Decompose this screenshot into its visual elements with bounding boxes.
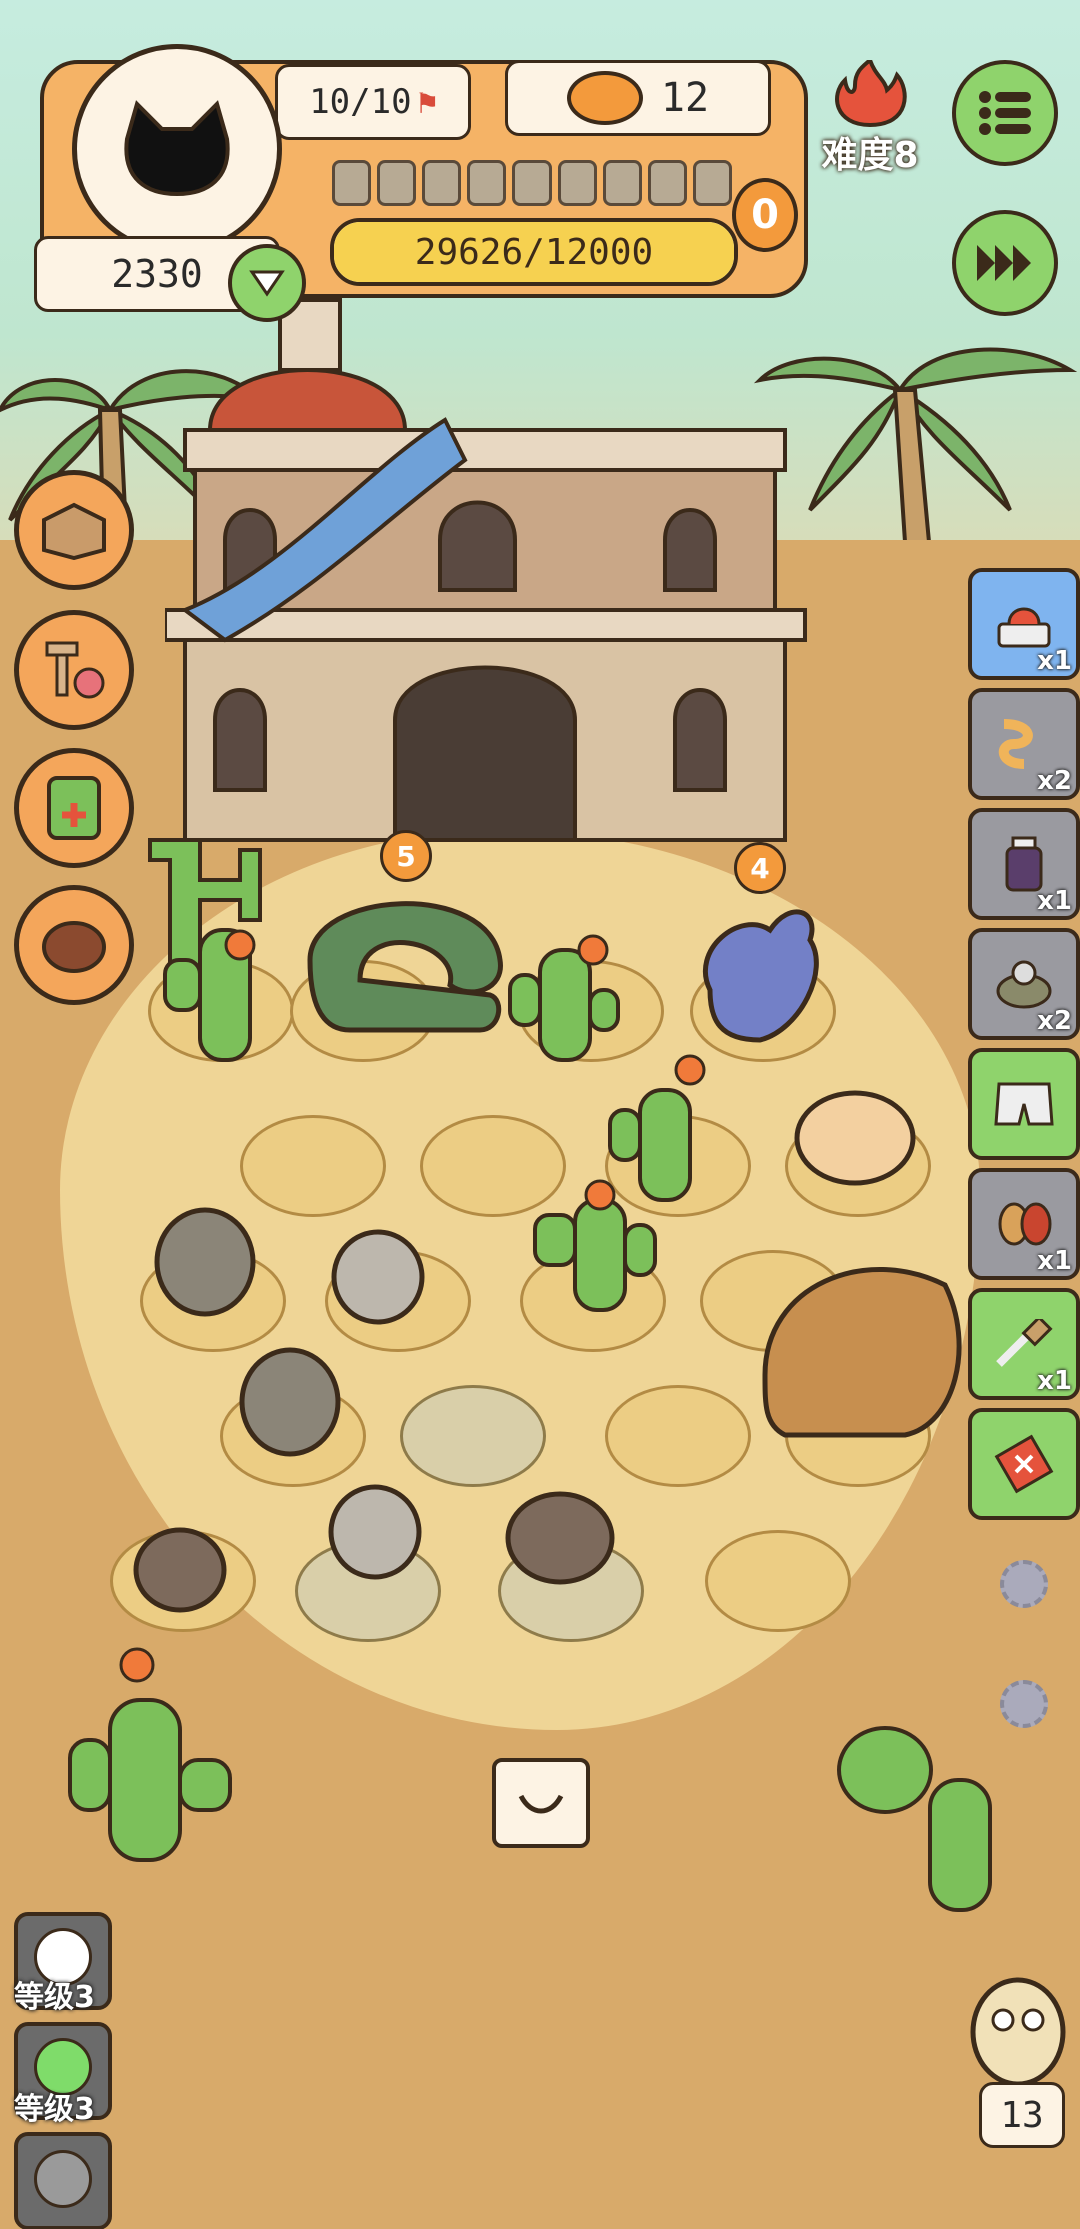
rabbit[interactable] xyxy=(325,1470,425,1580)
cans-box: 12 xyxy=(505,60,771,136)
chevron-down-icon xyxy=(249,270,285,297)
owl[interactable] xyxy=(235,1340,345,1460)
bottle-icon xyxy=(1005,836,1043,892)
collapse-button[interactable] xyxy=(492,1758,590,1848)
owl-counter: 13 xyxy=(1000,2094,1044,2136)
black-cat-icon xyxy=(124,100,230,197)
brush-icon xyxy=(996,1319,1053,1367)
owl[interactable] xyxy=(150,1200,260,1320)
inventory-item-cat-turtle[interactable]: x2 xyxy=(968,928,1080,1040)
slot xyxy=(512,160,552,206)
inventory-count: x1 xyxy=(1037,646,1072,676)
inventory-item-brush[interactable]: x1 xyxy=(968,1288,1080,1400)
cat-tree-button[interactable] xyxy=(14,610,134,730)
slot xyxy=(692,160,732,206)
avatar[interactable] xyxy=(72,44,282,254)
shop-button[interactable] xyxy=(228,244,306,322)
fast-forward-icon xyxy=(977,245,1031,281)
scale-icon xyxy=(997,607,1051,648)
inventory-item-peanuts[interactable]: x1 xyxy=(968,1168,1080,1280)
game-scene: 5 4 10/10 ⚑ 12 0 29626/12000 2330 难度8 x1… xyxy=(0,0,1080,2229)
inventory-count: x2 xyxy=(1037,766,1072,796)
rat[interactable] xyxy=(500,1480,620,1590)
difficulty-indicator[interactable]: 难度8 xyxy=(810,60,930,176)
counter-text: 0 xyxy=(751,192,779,238)
inventory-count: x1 xyxy=(1037,886,1072,916)
inventory-count: x1 xyxy=(1037,1246,1072,1276)
gear-icon xyxy=(1000,1560,1048,1608)
cat-turtle-icon xyxy=(996,960,1052,1009)
box-button[interactable] xyxy=(14,470,134,590)
worm-icon xyxy=(998,719,1033,769)
smile-icon xyxy=(518,1794,564,1814)
flame-icon xyxy=(835,60,907,128)
flag-icon: ⚑ xyxy=(417,83,437,121)
slot xyxy=(647,160,687,206)
coins-count: 2330 xyxy=(111,252,203,296)
bag-icon xyxy=(42,921,106,973)
menu-icon xyxy=(979,91,1031,135)
cat-tree-icon xyxy=(45,641,105,699)
crocodile[interactable] xyxy=(290,880,520,1080)
capacity-box: 10/10 ⚑ xyxy=(275,64,471,140)
level-label: 等级3 xyxy=(14,1980,95,2015)
rat[interactable] xyxy=(130,1515,230,1615)
level-icon xyxy=(34,2150,92,2208)
inventory-item-scale[interactable]: x1 xyxy=(968,568,1080,680)
bag-button[interactable] xyxy=(14,885,134,1005)
cans-count: 12 xyxy=(660,75,710,121)
peanut-icon xyxy=(998,1202,1052,1246)
menu-button[interactable] xyxy=(952,60,1058,166)
inventory-item-medicine-bottle[interactable]: x1 xyxy=(968,808,1080,920)
slot xyxy=(422,160,462,206)
progress-text: 29626/12000 xyxy=(414,231,654,273)
counter-badge: 0 xyxy=(732,178,798,252)
inventory-item-worms[interactable]: x2 xyxy=(968,688,1080,800)
slot xyxy=(332,160,372,206)
level-badge-3[interactable] xyxy=(14,2132,112,2229)
rabbit[interactable] xyxy=(328,1215,428,1325)
slot xyxy=(602,160,642,206)
medkit-button[interactable] xyxy=(14,748,134,868)
fast-forward-button[interactable] xyxy=(952,210,1058,316)
slot xyxy=(557,160,597,206)
can-icon xyxy=(566,71,643,125)
blue-dragon[interactable] xyxy=(680,890,830,1060)
inventory-item-ticket[interactable] xyxy=(968,1408,1080,1520)
inventory-item-shorts[interactable] xyxy=(968,1048,1080,1160)
hamster[interactable] xyxy=(790,1080,920,1190)
box-icon xyxy=(42,502,106,560)
slot xyxy=(377,160,417,206)
owl-icon xyxy=(970,1977,1066,2087)
medkit-icon xyxy=(47,776,101,840)
slot-row xyxy=(332,160,732,206)
progress-bar: 29626/12000 xyxy=(330,218,738,286)
level-label: 等级3 xyxy=(14,2092,95,2127)
gear-icon xyxy=(1000,1680,1048,1728)
ticket-icon xyxy=(994,1434,1054,1494)
capacity-text: 10/10 xyxy=(309,82,412,122)
owl-counter-box: 13 xyxy=(979,2082,1065,2148)
inventory-count: x1 xyxy=(1037,1366,1072,1396)
tiger-beast[interactable] xyxy=(745,1225,975,1465)
difficulty-label: 难度8 xyxy=(821,135,919,176)
shorts-icon xyxy=(994,1082,1054,1126)
owl-helper[interactable]: 13 xyxy=(965,1970,1071,2160)
slot xyxy=(467,160,507,206)
inventory-count: x2 xyxy=(1037,1006,1072,1036)
